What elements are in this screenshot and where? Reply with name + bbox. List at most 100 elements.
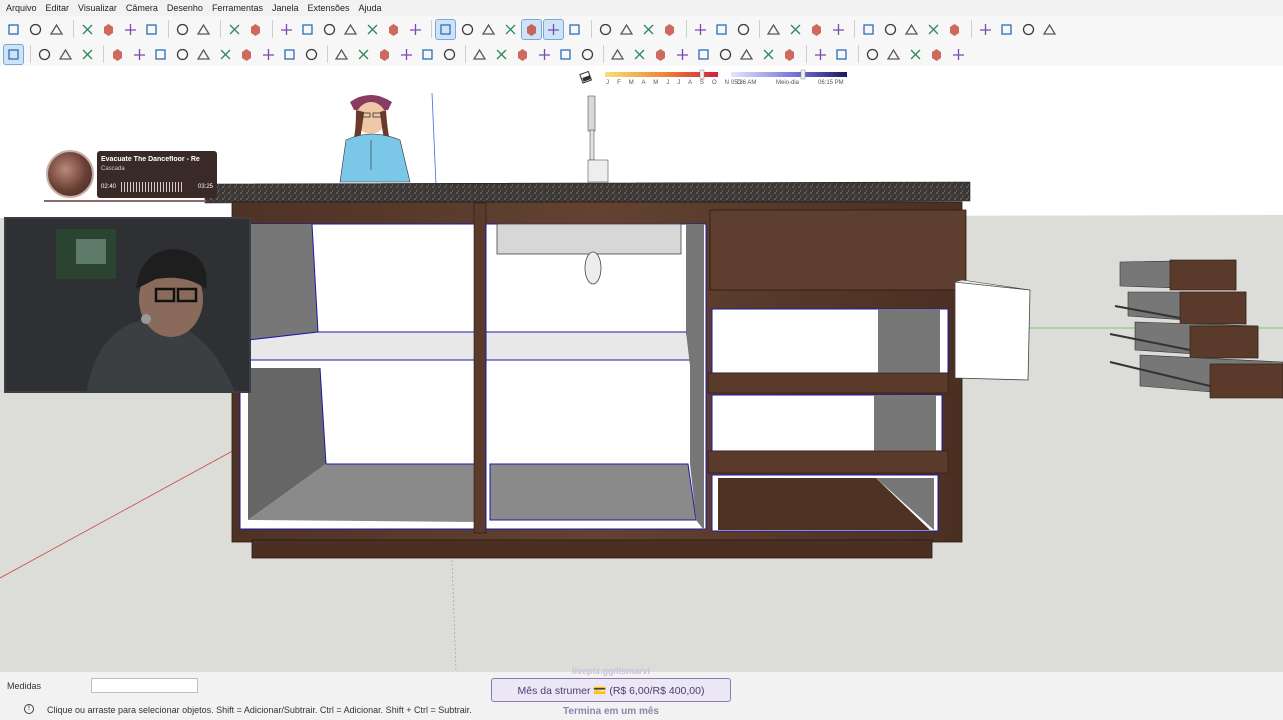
- sink-basin[interactable]: [496, 223, 682, 255]
- freehand-icon[interactable]: [237, 45, 256, 64]
- menu-desenho[interactable]: Desenho: [167, 3, 203, 13]
- iso-box-icon[interactable]: [811, 45, 830, 64]
- iso-view-icon[interactable]: [277, 20, 296, 39]
- axes-icon[interactable]: [556, 45, 575, 64]
- settings-icon[interactable]: [945, 20, 964, 39]
- union-icon[interactable]: [639, 20, 658, 39]
- look-around-icon[interactable]: [759, 45, 778, 64]
- move-icon[interactable]: [332, 45, 351, 64]
- menu-extensoes[interactable]: Extensões: [308, 3, 350, 13]
- menu-editar[interactable]: Editar: [46, 3, 70, 13]
- open-icon[interactable]: [26, 20, 45, 39]
- back-view-icon[interactable]: [363, 20, 382, 39]
- bottom-view-icon[interactable]: [406, 20, 425, 39]
- print-icon[interactable]: [225, 20, 244, 39]
- copy-icon[interactable]: [99, 20, 118, 39]
- erase-icon[interactable]: [142, 20, 161, 39]
- section-plane-icon[interactable]: [608, 45, 627, 64]
- add-location-icon[interactable]: [859, 20, 878, 39]
- subtract-icon[interactable]: [660, 20, 679, 39]
- previous-view-icon[interactable]: [716, 45, 735, 64]
- two-point-arc-icon[interactable]: [302, 45, 321, 64]
- push-pull-icon[interactable]: [354, 45, 373, 64]
- zoom-icon[interactable]: [651, 45, 670, 64]
- drawer-stack[interactable]: [707, 209, 967, 532]
- follow-me-icon[interactable]: [397, 45, 416, 64]
- polygon-icon[interactable]: [216, 45, 235, 64]
- sink-compartment[interactable]: [485, 223, 707, 530]
- offset-icon[interactable]: [440, 45, 459, 64]
- zoom-extents-icon[interactable]: [694, 45, 713, 64]
- cut-icon[interactable]: [78, 20, 97, 39]
- right-view-icon[interactable]: [341, 20, 360, 39]
- paste-icon[interactable]: [121, 20, 140, 39]
- top-drawer[interactable]: [709, 209, 967, 291]
- account-icon[interactable]: [1040, 20, 1059, 39]
- eraser-icon[interactable]: [78, 45, 97, 64]
- time-slider[interactable]: [731, 72, 847, 77]
- cloud-icon[interactable]: [924, 20, 943, 39]
- top-view-icon[interactable]: [298, 20, 317, 39]
- pie-icon[interactable]: [280, 45, 299, 64]
- scale-figure[interactable]: [339, 95, 411, 183]
- line-icon[interactable]: [108, 45, 127, 64]
- components-box-icon[interactable]: [832, 45, 851, 64]
- window-icon[interactable]: [976, 20, 995, 39]
- warehouse-icon[interactable]: [786, 20, 805, 39]
- model-info-icon[interactable]: [246, 20, 265, 39]
- intersect-icon[interactable]: [617, 20, 636, 39]
- hidden-line-icon[interactable]: [501, 20, 520, 39]
- outer-shell-icon[interactable]: [596, 20, 615, 39]
- split-icon[interactable]: [712, 20, 731, 39]
- shaded-icon[interactable]: [521, 18, 542, 40]
- menu-janela[interactable]: Janela: [272, 3, 299, 13]
- tape-measure-icon[interactable]: [470, 45, 489, 64]
- undo-icon[interactable]: [173, 20, 192, 39]
- new-file-icon[interactable]: [4, 20, 23, 39]
- scale-icon[interactable]: [418, 45, 437, 64]
- menu-visualizar[interactable]: Visualizar: [78, 3, 117, 13]
- mirror-icon[interactable]: [884, 45, 903, 64]
- photo-texture-icon[interactable]: [902, 20, 921, 39]
- menu-arquivo[interactable]: Arquivo: [6, 3, 37, 13]
- info-icon[interactable]: !: [24, 704, 34, 714]
- terrain-icon[interactable]: [881, 20, 900, 39]
- shadow-sliders[interactable]: [575, 67, 855, 91]
- cart-icon[interactable]: [1019, 20, 1038, 39]
- rotated-rectangle-icon[interactable]: [173, 45, 192, 64]
- menu-camera[interactable]: Câmera: [126, 3, 158, 13]
- paint-bucket-icon[interactable]: [56, 45, 75, 64]
- zoom-window-icon[interactable]: [673, 45, 692, 64]
- left-compartment[interactable]: [239, 223, 476, 530]
- text-icon[interactable]: [535, 45, 554, 64]
- measurements-input[interactable]: [91, 678, 198, 693]
- wireframe-icon[interactable]: [479, 20, 498, 39]
- extension-warehouse-icon[interactable]: [807, 20, 826, 39]
- menu-ferramentas[interactable]: Ferramentas: [212, 3, 263, 13]
- xray-icon[interactable]: [435, 18, 456, 40]
- textured-icon[interactable]: [542, 18, 564, 40]
- components-icon[interactable]: [734, 20, 753, 39]
- curve-icon[interactable]: [906, 45, 925, 64]
- granite-countertop[interactable]: [204, 181, 971, 204]
- trim-icon[interactable]: [691, 20, 710, 39]
- position-camera-icon[interactable]: [737, 45, 756, 64]
- info-icon[interactable]: [997, 20, 1016, 39]
- front-view-icon[interactable]: [320, 20, 339, 39]
- pan-icon[interactable]: [630, 45, 649, 64]
- orbit-icon[interactable]: [35, 45, 54, 64]
- layout-icon[interactable]: [829, 20, 848, 39]
- rectangle-icon[interactable]: [151, 45, 170, 64]
- sandbox-icon[interactable]: [764, 20, 783, 39]
- circle-icon[interactable]: [194, 45, 213, 64]
- redo-icon[interactable]: [194, 20, 213, 39]
- left-view-icon[interactable]: [384, 20, 403, 39]
- solid-tools-icon[interactable]: [863, 45, 882, 64]
- dimension-icon[interactable]: [492, 45, 511, 64]
- walk-icon[interactable]: [780, 45, 799, 64]
- outliner-icon[interactable]: [949, 45, 968, 64]
- side-box[interactable]: [954, 281, 1031, 381]
- protractor-icon[interactable]: [513, 45, 532, 64]
- select-icon[interactable]: [3, 43, 24, 65]
- back-edges-icon[interactable]: [458, 20, 477, 39]
